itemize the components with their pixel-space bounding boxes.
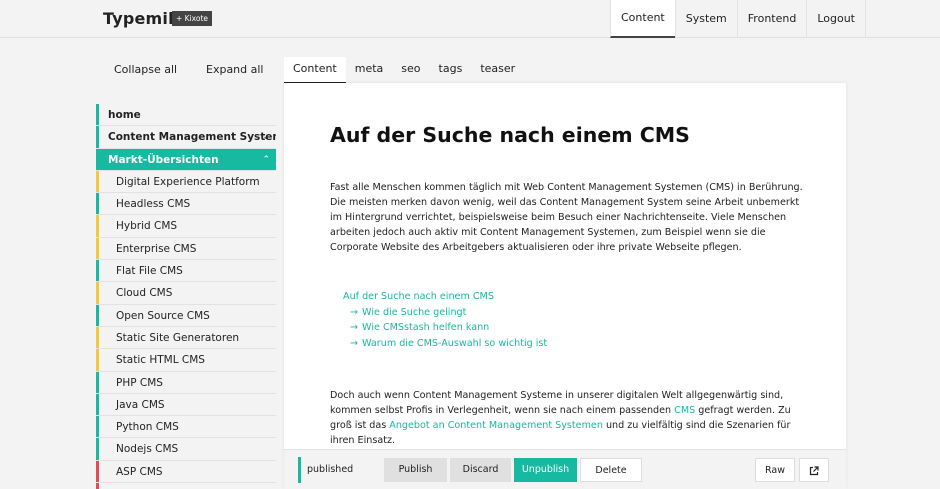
tree-item[interactable]: Cloud CMS — [96, 282, 276, 305]
tab-teaser[interactable]: teaser — [471, 57, 524, 83]
status-indicator — [96, 260, 99, 282]
collapse-all-button[interactable]: Collapse all — [114, 63, 177, 76]
status-indicator — [96, 371, 99, 393]
tree-item[interactable]: Markt-Übersichten ⌃ — [96, 148, 276, 171]
toc-link-1[interactable]: Wie die Suche gelingt — [362, 307, 466, 318]
status-indicator — [96, 215, 99, 237]
tree-item-label: Nodejs CMS — [116, 443, 179, 456]
status-indicator — [96, 304, 99, 326]
publish-button[interactable]: Publish — [384, 458, 447, 482]
angebot-link[interactable]: Angebot an Content Management Systemen — [389, 420, 603, 431]
expand-all-button[interactable]: Expand all — [206, 63, 264, 76]
status-indicator — [96, 193, 99, 215]
tree-item[interactable]: Hybrid CMS — [96, 215, 276, 238]
tree-item[interactable]: Open Source CMS — [96, 304, 276, 327]
status-indicator — [96, 393, 99, 416]
tree-item-label: Hybrid CMS — [116, 220, 178, 233]
navigation-tree: home Content Management Systeme ⌄ Markt-Übe… — [96, 104, 276, 489]
discard-button[interactable]: Discard — [450, 458, 511, 482]
unpublish-button[interactable]: Unpublish — [514, 458, 577, 482]
tree-item-label: Headless CMS — [116, 198, 191, 211]
status-indicator — [96, 416, 99, 438]
editor-tabs: Content meta seo tags teaser — [284, 57, 524, 83]
tab-tags[interactable]: tags — [430, 57, 472, 83]
tree-item-label: home — [108, 109, 141, 121]
tree-item[interactable]: home — [96, 104, 276, 127]
tab-content[interactable]: Content — [284, 57, 346, 83]
tree-item-label: ASP CMS — [116, 465, 163, 478]
tree-item-label: Enterprise CMS — [116, 242, 197, 255]
tree-item-label: Cloud CMS — [116, 287, 173, 300]
app-logo[interactable]: Typemill — [103, 9, 179, 28]
status-indicator — [96, 148, 99, 170]
tree-item[interactable]: Headless CMS — [96, 193, 276, 216]
tree-item[interactable]: Digital Experience Platform — [96, 170, 276, 194]
nav-content[interactable]: Content — [610, 0, 675, 38]
toc-link-2[interactable]: Wie CMSstash helfen kann — [362, 322, 489, 333]
toc-link-main[interactable]: Auf der Suche nach einem CMS — [343, 291, 494, 302]
nav-system[interactable]: System — [674, 0, 737, 38]
tab-meta[interactable]: meta — [346, 57, 393, 83]
arrow-right-icon: → — [350, 337, 359, 349]
tree-item-label: Digital Experience Platform — [116, 175, 260, 188]
intro-paragraph[interactable]: Fast alle Menschen kommen täglich mit We… — [330, 180, 804, 255]
tree-item-label: Markt-Übersichten — [108, 153, 219, 166]
toc-link-3[interactable]: Warum die CMS-Auswahl so wichtig ist — [362, 338, 547, 349]
status-indicator — [96, 104, 99, 126]
tree-item[interactable]: Java CMS — [96, 393, 276, 417]
tree-item[interactable]: Static Site Generatoren — [96, 326, 276, 350]
raw-button[interactable]: Raw — [755, 458, 795, 482]
tree-item-label: Static HTML CMS — [116, 354, 205, 367]
status-indicator — [96, 282, 99, 304]
tree-item[interactable]: Static HTML CMS — [96, 349, 276, 372]
theme-badge: + Kixote — [172, 11, 213, 26]
publish-controller: published Publish Discard Unpublish Dele… — [284, 449, 846, 489]
tree-item-label: Java CMS — [116, 398, 165, 411]
tab-seo[interactable]: seo — [392, 57, 429, 83]
arrow-right-icon: → — [350, 322, 359, 333]
tree-item-label: Python CMS — [116, 421, 179, 434]
tree-item-label: PHP CMS — [116, 376, 163, 389]
nav-logout[interactable]: Logout — [806, 0, 866, 38]
status-indicator — [96, 349, 99, 371]
status-indicator — [96, 237, 99, 260]
chevron-down-icon[interactable]: ⌄ — [262, 126, 270, 147]
table-of-contents[interactable]: Auf der Suche nach einem CMS → Wie die Su… — [343, 289, 547, 351]
status-indicator — [96, 438, 99, 460]
editor-panel: Auf der Suche nach einem CMS Fast alle M… — [284, 83, 846, 489]
status-badge: published — [298, 457, 353, 483]
tree-item[interactable]: Nodejs CMS — [96, 438, 276, 461]
tree-item[interactable]: Enterprise CMS — [96, 237, 276, 261]
delete-button[interactable]: Delete — [580, 458, 642, 482]
status-indicator — [96, 483, 99, 489]
tree-item[interactable]: Flat File CMS — [96, 260, 276, 283]
cms-link[interactable]: CMS — [674, 405, 695, 416]
status-indicator — [96, 460, 99, 483]
status-indicator — [96, 326, 99, 349]
tree-item[interactable]: PHP CMS — [96, 371, 276, 394]
tree-item-label: Content Management Systeme — [108, 131, 276, 144]
top-header: Typemill + Kixote Content System Fronten… — [0, 0, 940, 38]
second-paragraph[interactable]: Doch auch wenn Content Management System… — [330, 388, 804, 448]
status-indicator — [96, 126, 99, 148]
tree-item-label: Static Site Generatoren — [116, 331, 240, 344]
main-nav: Content System Frontend Logout — [610, 0, 866, 38]
tree-item-label: Open Source CMS — [116, 309, 210, 322]
tree-item[interactable]: Content Management Systeme ⌄ — [96, 126, 276, 149]
tree-item[interactable]: Python CMS — [96, 416, 276, 439]
arrow-right-icon: → — [350, 306, 359, 318]
status-indicator — [96, 170, 99, 193]
tree-item[interactable] — [96, 483, 276, 489]
external-link-icon — [809, 466, 819, 476]
page-title[interactable]: Auf der Suche nach einem CMS — [330, 123, 690, 147]
tree-item-label: Flat File CMS — [116, 265, 183, 278]
nav-frontend[interactable]: Frontend — [736, 0, 807, 38]
chevron-up-icon[interactable]: ⌃ — [262, 149, 270, 170]
tree-item[interactable]: ASP CMS — [96, 460, 276, 484]
open-page-button[interactable] — [799, 458, 829, 482]
